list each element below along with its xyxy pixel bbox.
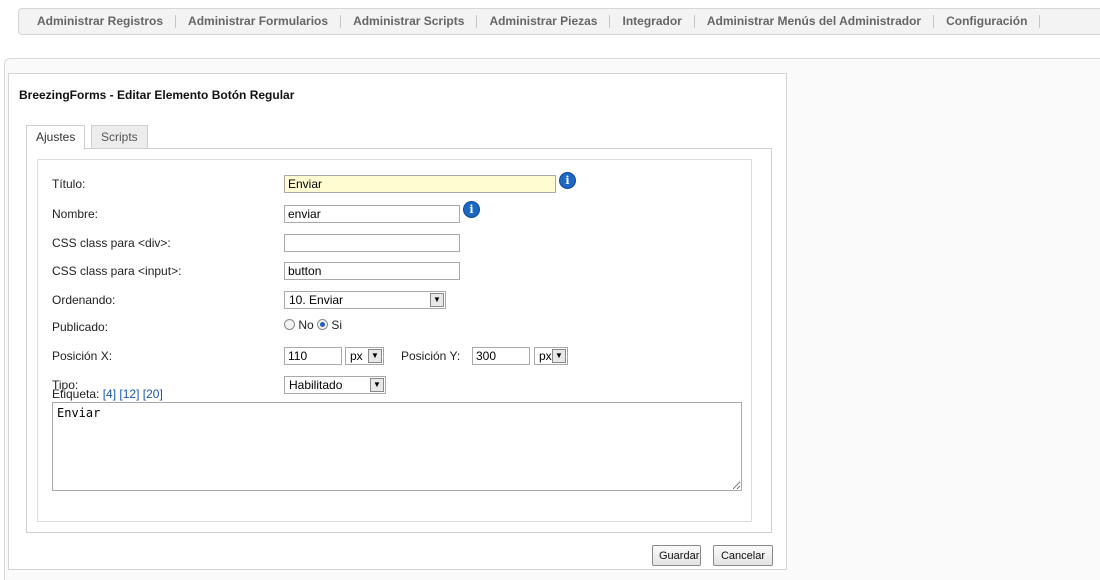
tab-content: Título: i Nombre: i CSS class para <div>…: [26, 148, 772, 533]
etiqueta-textarea[interactable]: Enviar: [52, 402, 742, 491]
cancel-button[interactable]: Cancelar: [713, 545, 773, 566]
ordenando-label: Ordenando:: [52, 293, 116, 307]
chevron-down-icon: ▼: [430, 293, 444, 307]
chevron-down-icon: ▼: [370, 378, 384, 392]
posicion-y-unit-select[interactable]: px ▼: [534, 347, 568, 365]
ordenando-selected-value: 10. Enviar: [289, 293, 344, 307]
menu-configuracion[interactable]: Configuración: [934, 15, 1041, 28]
etiqueta-label: Etiqueta:: [52, 387, 100, 401]
page-title: BreezingForms - Editar Elemento Botón Re…: [19, 88, 295, 102]
css-div-input[interactable]: [284, 234, 460, 252]
nombre-label: Nombre:: [52, 207, 99, 221]
etiqueta-size-12-link[interactable]: [12]: [119, 387, 139, 401]
posicion-y-label: Posición Y:: [401, 349, 461, 363]
publicado-label: Publicado:: [52, 320, 109, 334]
publicado-no-label: No: [298, 318, 314, 332]
publicado-si-radio[interactable]: [317, 319, 329, 330]
nombre-info-icon[interactable]: i: [463, 201, 480, 218]
css-input-label: CSS class para <input>:: [52, 264, 182, 278]
titulo-label: Título:: [52, 177, 86, 191]
menu-administrar-piezas[interactable]: Administrar Piezas: [477, 15, 611, 28]
tipo-select[interactable]: Habilitado ▼: [284, 376, 386, 394]
tab-ajustes[interactable]: Ajustes: [26, 125, 86, 150]
posicion-y-input[interactable]: [472, 347, 530, 365]
tipo-selected-value: Habilitado: [289, 378, 343, 392]
etiqueta-size-20-link[interactable]: [20]: [143, 387, 163, 401]
tab-scripts[interactable]: Scripts: [91, 125, 148, 149]
publicado-no-radio[interactable]: [284, 319, 295, 330]
save-button[interactable]: Guardar: [652, 545, 701, 566]
titulo-info-icon[interactable]: i: [559, 172, 576, 189]
etiqueta-size-4-link[interactable]: [4]: [103, 387, 116, 401]
menu-administrar-scripts[interactable]: Administrar Scripts: [341, 15, 478, 28]
chevron-down-icon: ▼: [552, 349, 566, 363]
edit-element-panel: BreezingForms - Editar Elemento Botón Re…: [8, 73, 787, 570]
posicion-x-label: Posición X:: [52, 349, 113, 363]
posicion-x-unit-value: px: [350, 349, 363, 363]
menu-integrador[interactable]: Integrador: [610, 15, 695, 28]
menu-administrar-menus[interactable]: Administrar Menús del Administrador: [695, 15, 935, 28]
publicado-si-label: Si: [331, 318, 343, 332]
posicion-x-input[interactable]: [284, 347, 342, 365]
menu-administrar-registros[interactable]: Administrar Registros: [37, 15, 177, 28]
css-div-label: CSS class para <div>:: [52, 236, 171, 250]
chevron-down-icon: ▼: [368, 349, 382, 363]
menu-administrar-formularios[interactable]: Administrar Formularios: [176, 15, 342, 28]
admin-top-menu: Administrar Registros Administrar Formul…: [18, 8, 1100, 35]
publicado-radio-group: No Si: [284, 318, 342, 332]
etiqueta-row: Etiqueta: [4] [12] [20]: [52, 387, 163, 401]
css-input-input[interactable]: [284, 262, 460, 280]
settings-form: Título: i Nombre: i CSS class para <div>…: [37, 159, 752, 522]
ordenando-select[interactable]: 10. Enviar ▼: [284, 291, 446, 309]
nombre-input[interactable]: [284, 205, 460, 223]
posicion-y-unit-value: px: [539, 349, 552, 363]
titulo-input[interactable]: [284, 175, 556, 193]
posicion-x-unit-select[interactable]: px ▼: [345, 347, 384, 365]
